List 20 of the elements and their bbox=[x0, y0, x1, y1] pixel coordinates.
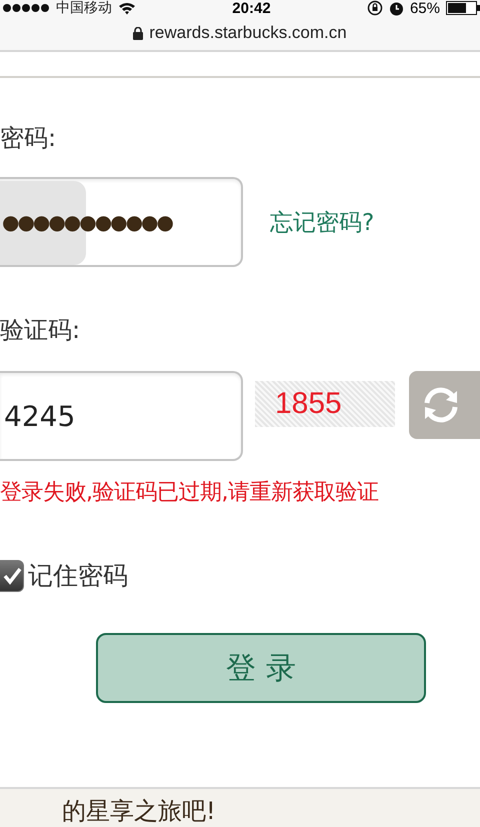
address-bar[interactable]: rewards.starbucks.com.cn bbox=[0, 16, 480, 52]
password-field[interactable]: ●●●●●●●●●●● bbox=[0, 177, 243, 267]
wifi-icon bbox=[118, 2, 136, 14]
remember-checkbox[interactable] bbox=[0, 560, 24, 592]
url-text: rewards.starbucks.com.cn bbox=[149, 23, 347, 43]
remember-label: 记住密码 bbox=[28, 560, 128, 592]
password-label: 密码: bbox=[0, 123, 56, 154]
clock-time: 20:42 bbox=[232, 0, 271, 16]
battery-percent: 65% bbox=[410, 0, 440, 16]
error-message: 登录失败,验证码已过期,请重新获取验证 bbox=[0, 479, 378, 507]
lock-icon bbox=[133, 26, 144, 40]
forgot-password-link[interactable]: 忘记密码? bbox=[270, 206, 374, 238]
captcha-field[interactable]: 4245 bbox=[0, 371, 243, 461]
signal-icon bbox=[2, 3, 50, 13]
captcha-label: 验证码: bbox=[0, 315, 80, 346]
login-button[interactable]: 登 录 bbox=[96, 633, 426, 703]
captcha-image[interactable]: 1855 bbox=[255, 381, 395, 427]
carrier-name: 中国移动 bbox=[56, 0, 112, 17]
footer-text: 的星享之旅吧! bbox=[62, 796, 216, 827]
rotation-lock-icon bbox=[366, 0, 383, 16]
